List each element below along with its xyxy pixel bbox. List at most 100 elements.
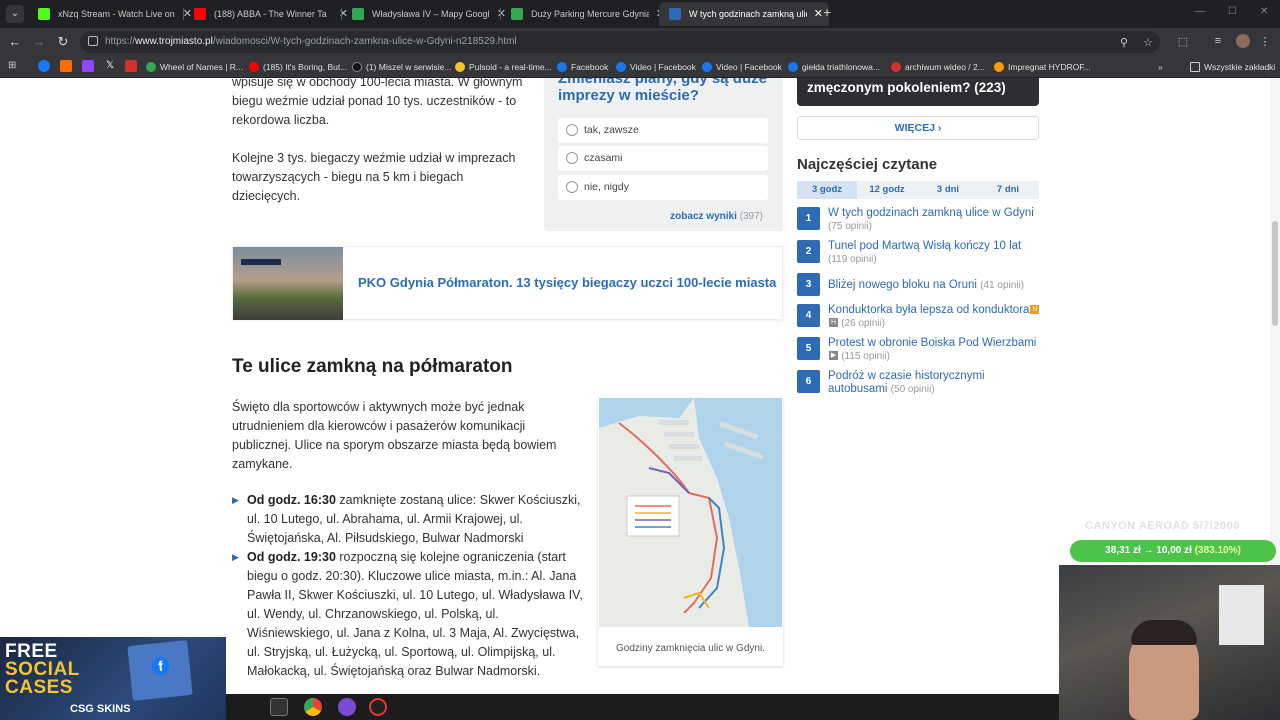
apps-icon[interactable]: ⊞ xyxy=(8,60,20,72)
related-article-card[interactable]: PKO Gdynia Półmaraton. 13 tysięcy biegac… xyxy=(232,246,783,320)
promo-text: CASES xyxy=(5,677,73,698)
most-read-title: Protest w obronie Boiska Pod Wierzbami ▶… xyxy=(828,337,1037,362)
zoom-icon[interactable]: ⚲ xyxy=(1120,36,1128,49)
x-icon[interactable]: 𝕏 xyxy=(104,60,116,72)
tab-3-dni[interactable]: 3 dni xyxy=(918,181,978,199)
radio-icon[interactable] xyxy=(566,181,578,193)
twitch-icon[interactable] xyxy=(82,60,94,72)
bookmark-icon[interactable] xyxy=(60,60,72,72)
poll-option[interactable]: czasami xyxy=(558,146,768,171)
case-box-icon xyxy=(127,640,193,701)
poll-option[interactable]: tak, zawsze xyxy=(558,118,768,143)
most-read-title: W tych godzinach zamkną ulice w Gdyni (75… xyxy=(828,207,1034,232)
tab-google-maps-1[interactable]: Władysława IV – Mapy Google ✕ xyxy=(342,2,512,26)
tab-trojmiasto[interactable]: W tych godzinach zamkną ulice ✕ xyxy=(659,2,829,26)
new-tab-button[interactable]: + xyxy=(823,4,837,20)
more-button[interactable]: WIĘCEJ › xyxy=(797,116,1039,140)
profile-avatar[interactable] xyxy=(1236,34,1250,48)
tab-abba[interactable]: (188) ABBA - The Winner Ta ✕ xyxy=(184,2,354,26)
taskbar xyxy=(226,694,1059,720)
all-bookmarks-folder[interactable]: Wszystkie zakładki xyxy=(1190,60,1275,74)
tab-xnzq-stream[interactable]: xNzq Stream - Watch Live on K ✕ xyxy=(28,2,198,26)
tab-label: xNzq Stream - Watch Live on K xyxy=(58,9,176,19)
most-read-title: Konduktorka była lepsza od konduktora NH … xyxy=(828,304,1040,329)
most-read-title: Tunel pod Martwą Wisłą kończy 10 lat (119… xyxy=(828,240,1022,265)
menu-icon[interactable]: ⋮ xyxy=(1258,35,1272,49)
poll-widget: Zmieniasz plany, gdy są duże imprezy w m… xyxy=(544,78,783,231)
radio-icon[interactable] xyxy=(566,152,578,164)
bookmark-video-facebook-2[interactable]: Video | Facebook xyxy=(702,60,782,74)
obs-icon[interactable] xyxy=(369,698,387,716)
tab-search-icon[interactable]: ⌄ xyxy=(6,5,24,23)
app-icon[interactable] xyxy=(338,698,356,716)
radio-icon[interactable] xyxy=(566,124,578,136)
tab-bar: ⌄ xNzq Stream - Watch Live on K ✕ (188) … xyxy=(0,0,1280,28)
url-text: https://www.trojmiasto.pl/wiadomosci/W-t… xyxy=(105,36,517,47)
rank-number: 1 xyxy=(797,207,820,230)
trojmiasto-icon xyxy=(669,8,681,20)
promo-overlay: FREE SOCIAL CASES CSG SKINS xyxy=(0,637,226,720)
maps-pin-icon xyxy=(511,8,523,20)
extensions-icon[interactable]: ⬚ xyxy=(1176,35,1190,49)
poll-question: Zmieniasz plany, gdy są duże imprezy w m… xyxy=(558,78,767,104)
minimize-icon[interactable]: — xyxy=(1195,6,1205,17)
site-info-icon[interactable] xyxy=(88,36,98,46)
related-article-thumbnail[interactable] xyxy=(233,247,343,320)
tab-7-dni[interactable]: 7 dni xyxy=(978,181,1038,199)
poll-option[interactable]: nie, nigdy xyxy=(558,175,768,200)
chrome-icon[interactable] xyxy=(304,698,322,716)
tab-label: Władysława IV – Mapy Google xyxy=(372,9,490,19)
back-icon[interactable]: ← xyxy=(7,34,23,49)
bookmark-gielda[interactable]: giełda triathlonowa... xyxy=(788,60,880,74)
closure-bullet: Od godz. 16:30 zamknięte zostaną ulice: … xyxy=(232,491,587,548)
tab-12-godz[interactable]: 12 godz xyxy=(857,181,917,199)
bookmark-youtube[interactable]: (185) It's Boring, But... xyxy=(249,60,347,74)
bookmarks-bar: ⊞ 𝕏 Wheel of Names | R... (185) It's Bor… xyxy=(0,56,1280,78)
bike-label: CANYON AEROAD 5/7/2000 xyxy=(1085,520,1240,532)
chevron-right-icon: › xyxy=(937,122,942,134)
more-bookmarks-icon[interactable]: » xyxy=(1158,60,1163,74)
bookmark-video-facebook-1[interactable]: Video | Facebook xyxy=(616,60,696,74)
map-figure[interactable]: Godziny zamknięcia ulic w Gdyni. xyxy=(598,398,783,666)
address-bar[interactable]: https://www.trojmiasto.pl/wiadomosci/W-t… xyxy=(80,31,1160,53)
scrollbar-thumb[interactable] xyxy=(1272,221,1278,326)
window-close-icon[interactable]: ✕ xyxy=(1260,6,1268,17)
rank-number: 5 xyxy=(797,337,820,360)
forward-icon[interactable]: → xyxy=(31,34,47,49)
bookmark-x[interactable]: (1) Miszel w serwisie... xyxy=(352,60,451,74)
browser-toolbar: ← → ↻ https://www.trojmiasto.pl/wiadomos… xyxy=(0,28,1280,56)
close-icon[interactable]: ✕ xyxy=(814,2,823,26)
video-icon: ▶ xyxy=(829,351,838,361)
maximize-icon[interactable]: ☐ xyxy=(1228,6,1237,17)
bookmark-impregnat[interactable]: Impregnat HYDROF... xyxy=(994,60,1091,74)
media-control-icon[interactable]: ≡ xyxy=(1211,35,1225,49)
facebook-icon[interactable] xyxy=(38,60,50,72)
article-paragraph: wpisuje się w obchody 100-lecia miasta. … xyxy=(232,78,523,127)
profit-indicator: 38,31 zł → 10,00 zł (383.10%) xyxy=(1070,540,1276,562)
article-paragraph: Kolejne 3 tys. biegaczy weźmie udział w … xyxy=(232,151,516,203)
tab-google-maps-2[interactable]: Duży Parking Mercure Gdynia C ✕ xyxy=(501,2,671,26)
bookmark-pulsoid[interactable]: Pulsoid - a real-time... xyxy=(455,60,552,74)
reload-icon[interactable]: ↻ xyxy=(55,34,71,50)
rank-number: 2 xyxy=(797,240,820,263)
bookmark-star-icon[interactable]: ☆ xyxy=(1143,36,1153,49)
tab-label: W tych godzinach zamkną ulice xyxy=(689,9,807,19)
youtube-icon xyxy=(194,8,206,20)
section-heading: Te ulice zamkną na półmaraton xyxy=(232,356,513,377)
terminal-icon[interactable] xyxy=(270,698,288,716)
badge-icon: N xyxy=(1030,305,1040,315)
most-read-title: Bliżej nowego bloku na Oruni (41 opinii) xyxy=(828,279,1025,291)
badge-icon: H xyxy=(829,318,838,328)
bookmark-icon[interactable] xyxy=(125,60,137,72)
closure-bullet: Od godz. 19:30 rozpoczną się kolejne ogr… xyxy=(232,548,587,681)
tab-3-godz[interactable]: 3 godz xyxy=(797,181,857,199)
sidebar-banner[interactable]: zmęczonym pokoleniem? (223) xyxy=(797,78,1039,106)
bookmark-facebook[interactable]: Facebook xyxy=(557,60,608,74)
bookmark-wheel-of-names[interactable]: Wheel of Names | R... xyxy=(146,60,243,74)
rank-number: 6 xyxy=(797,370,820,393)
poll-results-link[interactable]: zobacz wyniki (397) xyxy=(670,211,763,222)
bookmark-archiwum[interactable]: archiwum wideo / 2... xyxy=(891,60,985,74)
road-closure-map[interactable] xyxy=(599,398,782,627)
related-article-title[interactable]: PKO Gdynia Półmaraton. 13 tysięcy biegac… xyxy=(358,275,776,290)
rank-number: 3 xyxy=(797,273,820,296)
